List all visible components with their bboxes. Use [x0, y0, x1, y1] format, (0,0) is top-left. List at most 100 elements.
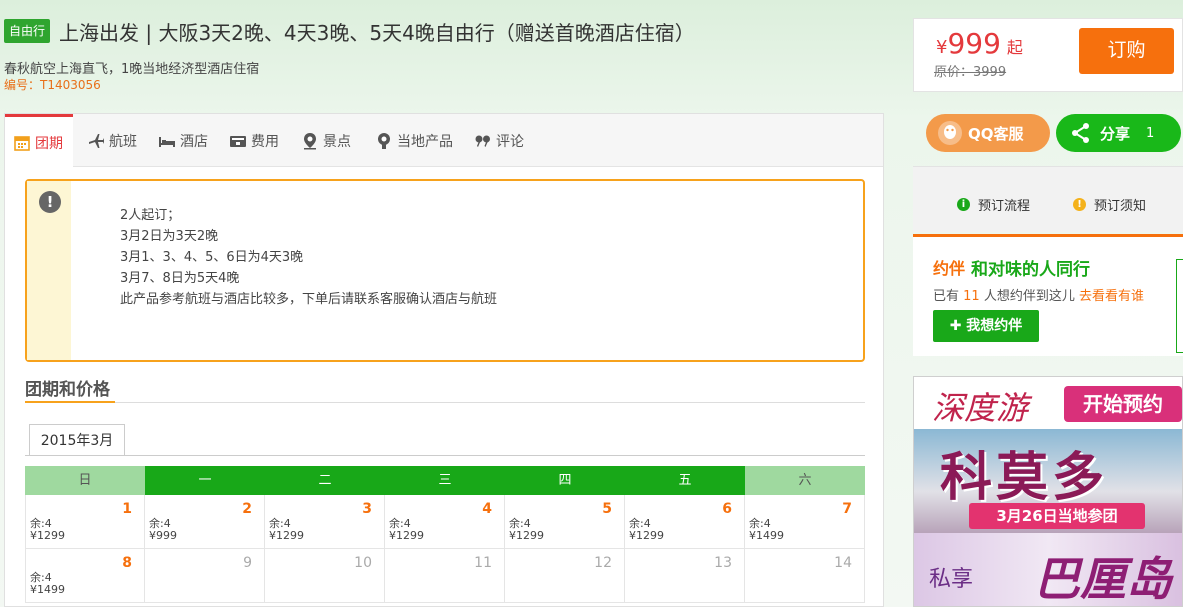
calendar-day: 13 — [625, 549, 745, 603]
calendar-day[interactable]: 2 余:4 ¥999 — [145, 495, 265, 549]
tab-schedule[interactable]: 团期 — [5, 114, 73, 168]
day-number: 6 — [722, 501, 732, 517]
section-underline — [25, 401, 115, 403]
month-tab-divider — [25, 455, 865, 456]
day-number: 8 — [122, 555, 132, 571]
ad3-left: 私享 — [929, 567, 974, 592]
section-divider — [25, 402, 865, 403]
calendar-day: 12 — [505, 549, 625, 603]
day-number: 12 — [594, 555, 612, 571]
weekday: 二 — [265, 466, 385, 495]
product-type-tag: 自由行 — [4, 19, 51, 43]
yueban-info: 已有 11 人想约伴到这儿 去看看有谁 — [933, 285, 1144, 304]
tab-label: 费用 — [251, 133, 279, 150]
calendar-week: 8 余:4 ¥1499 9 10 11 12 13 14 — [25, 549, 865, 603]
airplane-icon — [87, 132, 105, 150]
ad-banner-komodo[interactable]: 科莫多 3月26日当地参团 — [914, 429, 1182, 533]
share-count: 1 — [1146, 125, 1155, 141]
yueban-mid: 人想约伴到这儿 — [983, 289, 1075, 304]
companion-button-label: 我想约伴 — [966, 318, 1023, 334]
yueban-count: 11 — [963, 289, 980, 304]
tab-bar: 团期 航班 酒店 费用 景点 当地产品 评论 — [5, 114, 883, 168]
month-tab[interactable]: 2015年3月 — [29, 424, 125, 456]
wallet-icon — [229, 132, 247, 150]
ad3-right: 巴厘岛 — [1034, 552, 1172, 606]
yueban-prefix: 已有 — [933, 289, 960, 304]
tab-flight[interactable]: 航班 — [87, 114, 137, 167]
yueban-link[interactable]: 去看看有谁 — [1079, 289, 1144, 304]
day-price: ¥1299 — [629, 529, 664, 542]
ad-banner-bali[interactable]: 私享 巴厘岛 — [914, 533, 1182, 606]
day-number: 9 — [243, 555, 252, 571]
day-price: ¥999 — [149, 529, 177, 542]
notice-lines: 2人起订； 3月2日为3天2晚 3月1、3、4、5、6日为4天3晚 3月7、8日… — [120, 205, 497, 310]
tab-sights[interactable]: 景点 — [301, 114, 351, 167]
tab-cost[interactable]: 费用 — [229, 114, 279, 167]
advertisement-banners: 深度游 开始预约 科莫多 3月26日当地参团 私享 巴厘岛 — [913, 376, 1183, 607]
price-currency: ¥ — [936, 37, 948, 58]
calendar-day: 9 — [145, 549, 265, 603]
day-number: 3 — [362, 501, 372, 517]
day-number: 7 — [842, 501, 852, 517]
calendar-day[interactable]: 6 余:4 ¥1299 — [625, 495, 745, 549]
calendar-day[interactable]: 3 余:4 ¥1299 — [265, 495, 385, 549]
tab-local-products[interactable]: 当地产品 — [375, 114, 453, 167]
tab-reviews[interactable]: 评论 — [474, 114, 524, 167]
notice-line: 3月7、8日为5天4晚 — [120, 271, 240, 286]
calendar-icon — [13, 134, 31, 152]
product-title: 上海出发 | 大阪3天2晚、4天3晚、5天4晚自由行（赠送首晚酒店住宿） — [59, 21, 695, 45]
warning-icon: ! — [1073, 198, 1086, 211]
day-price: ¥1299 — [509, 529, 544, 542]
companion-button[interactable]: ✚ 我想约伴 — [933, 310, 1039, 342]
price-calendar: 日 一 二 三 四 五 六 1 余:4 ¥1299 2 余:4 ¥999 3 余:4 ¥12… — [25, 466, 865, 603]
weekday: 五 — [625, 466, 745, 495]
day-number: 5 — [602, 501, 612, 517]
ad2-subtitle: 3月26日当地参团 — [969, 503, 1145, 529]
tab-hotel[interactable]: 酒店 — [158, 114, 208, 167]
share-button[interactable]: 分享 1 — [1056, 114, 1181, 152]
tab-label: 景点 — [323, 133, 351, 150]
calendar-day: 11 — [385, 549, 505, 603]
booking-notice: ! 2人起订； 3月2日为3天2晚 3月1、3、4、5、6日为4天3晚 3月7、… — [25, 179, 865, 362]
order-button[interactable]: 订购 — [1079, 28, 1174, 74]
day-number: 14 — [834, 555, 852, 571]
notice-line: 2人起订； — [120, 208, 181, 223]
panel-scrollbar[interactable] — [1176, 259, 1183, 353]
section-title: 团期和价格 — [25, 380, 110, 400]
day-price: ¥1499 — [30, 583, 65, 596]
calendar-day[interactable]: 4 余:4 ¥1299 — [385, 495, 505, 549]
info-icon: i — [957, 198, 970, 211]
bed-icon — [158, 132, 176, 150]
main-panel: 团期 航班 酒店 费用 景点 当地产品 评论 ! 2人起订； 3月2日为3天2晚… — [4, 113, 884, 607]
calendar-day[interactable]: 8 余:4 ¥1499 — [25, 549, 145, 603]
booking-steps: i 预订流程 ! 预订须知 — [913, 166, 1183, 232]
ad1-text: 深度游 — [932, 389, 1029, 427]
product-code: 编号：T1403056 — [4, 78, 101, 92]
step-label: 预订须知 — [1094, 199, 1147, 214]
day-number: 11 — [474, 555, 492, 571]
ad2-title: 科莫多 — [940, 448, 1109, 508]
calendar-day[interactable]: 1 余:4 ¥1299 — [25, 495, 145, 549]
tab-label: 航班 — [109, 133, 137, 150]
booking-process-link[interactable]: i 预订流程 — [957, 195, 1030, 214]
calendar-weekday-header: 日 一 二 三 四 五 六 — [25, 466, 865, 495]
ad1-button: 开始预约 — [1064, 386, 1182, 422]
weekday: 三 — [385, 466, 505, 495]
qq-service-button[interactable]: QQ客服 — [926, 114, 1050, 152]
booking-notes-link[interactable]: ! 预订须知 — [1073, 195, 1146, 214]
tab-label: 评论 — [496, 133, 524, 150]
day-number: 13 — [714, 555, 732, 571]
day-number: 4 — [482, 501, 492, 517]
calendar-day[interactable]: 5 余:4 ¥1299 — [505, 495, 625, 549]
product-header: 自由行 上海出发 | 大阪3天2晚、4天3晚、5天4晚自由行（赠送首晚酒店住宿）… — [0, 0, 905, 100]
qq-label: QQ客服 — [968, 124, 1024, 143]
plus-icon: ✚ — [949, 318, 967, 334]
product-subtitle: 春秋航空上海直飞，1晚当地经济型酒店住宿 — [4, 62, 260, 77]
calendar-day[interactable]: 7 余:4 ¥1499 — [745, 495, 865, 549]
yueban-logo: 约伴 — [933, 259, 966, 278]
travel-companion-panel: 约伴 和对味的人同行 已有 11 人想约伴到这儿 去看看有谁 ✚ 我想约伴 — [913, 234, 1183, 356]
price-value: 999 — [947, 27, 1001, 60]
price: ¥999 起 — [936, 27, 1023, 60]
ad-banner-deep-tour[interactable]: 深度游 开始预约 — [914, 377, 1182, 429]
location-pin-icon — [301, 132, 319, 150]
